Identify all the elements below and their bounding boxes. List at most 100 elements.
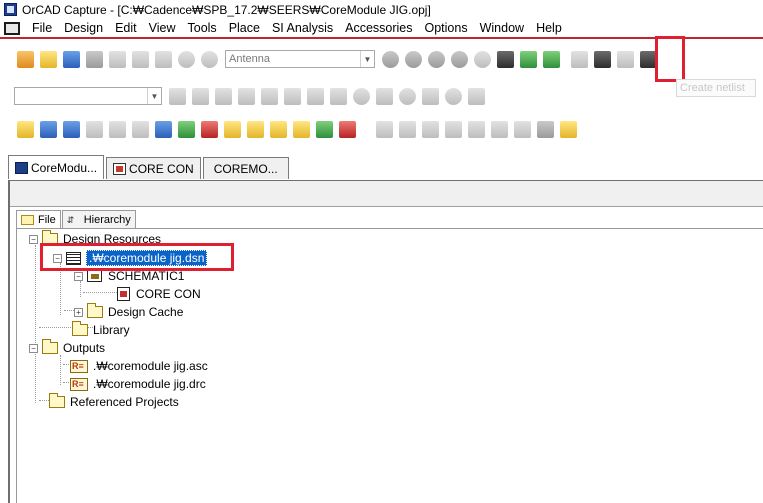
tree-label: .₩coremodule jig.drc [93,377,206,391]
power-probe-icon[interactable] [468,87,485,105]
schematic-folder-icon [87,270,102,282]
constraint-manager-icon[interactable] [155,120,172,138]
copy-icon[interactable] [132,50,149,68]
align-right-icon[interactable] [422,120,439,138]
properties-icon[interactable] [17,120,34,138]
edit-part-icon[interactable] [192,87,209,105]
cut-icon[interactable] [109,50,126,68]
filter-icon[interactable] [63,120,80,138]
tree-output-drc[interactable]: R≡ .₩coremodule jig.drc [70,376,206,392]
collapse-toggle[interactable]: − [29,343,38,353]
undo-icon[interactable] [178,50,195,68]
tree-library[interactable]: Library [72,321,130,338]
cross-reference-icon[interactable] [594,50,611,68]
zoom-out-icon[interactable] [428,50,445,68]
tab-core-con[interactable]: CORE CON [106,157,201,179]
bill-of-materials-icon[interactable] [617,50,634,68]
paste-icon[interactable] [155,50,172,68]
shopping-cart-icon[interactable] [201,120,218,138]
tree-design-cache[interactable]: + Design Cache [74,303,184,320]
voltage-marker-icon[interactable] [353,87,370,105]
align-center-icon[interactable] [399,120,416,138]
secondary-toolbar: ▼ [0,80,488,112]
tree-output-asc[interactable]: R≡ .₩coremodule jig.asc [70,358,208,374]
menu-help[interactable]: Help [530,18,568,38]
chevron-down-icon[interactable]: ▼ [360,51,374,67]
pencil-edit-icon[interactable] [293,120,310,138]
tab-coremodule-2[interactable]: COREMO... [202,157,289,179]
chevron-down-icon[interactable]: ▼ [147,88,161,104]
tree-page-core-con[interactable]: CORE CON [117,286,201,302]
tree-referenced-projects[interactable]: Referenced Projects [49,393,179,410]
zoom-area-icon[interactable] [451,50,468,68]
expand-toggle[interactable]: + [74,307,83,317]
menu-view[interactable]: View [143,18,182,38]
checklist-icon[interactable] [247,120,264,138]
distribute-horizontal-icon[interactable] [514,120,531,138]
export-icon[interactable] [178,120,195,138]
design-rules-check-icon[interactable] [497,50,514,68]
power-marker-icon[interactable] [445,87,462,105]
print-icon[interactable] [86,50,103,68]
open-folder-icon[interactable] [40,50,57,68]
library-icon[interactable] [238,87,255,105]
zoom-in-icon[interactable] [405,50,422,68]
tree-outputs[interactable]: − Outputs [29,339,105,356]
zoom-search-icon[interactable] [382,50,399,68]
part-search-combo[interactable]: Antenna ▼ [225,50,375,68]
arrow-right-icon[interactable] [316,120,333,138]
align-bottom-icon[interactable] [491,120,508,138]
menu-accessories[interactable]: Accessories [339,18,418,38]
tab-coremodule-project[interactable]: CoreModu... [8,155,105,179]
draw-bus-icon[interactable] [284,87,301,105]
net-alias-icon[interactable] [132,120,149,138]
tag-icon[interactable] [560,120,577,138]
title-bar: OrCAD Capture - [C:₩Cadence₩SPB_17.2₩SEE… [0,0,763,19]
net-group-icon[interactable] [86,120,103,138]
edit-checklist-icon[interactable] [270,120,287,138]
menu-design[interactable]: Design [58,18,109,38]
align-left-icon[interactable] [376,120,393,138]
variant-icon[interactable] [224,120,241,138]
draw-net-icon[interactable] [261,87,278,105]
save-icon[interactable] [63,50,80,68]
collapse-toggle[interactable]: − [29,234,38,244]
bus-entry-icon[interactable] [109,120,126,138]
draw-wire-icon[interactable] [307,87,324,105]
redo-icon[interactable] [201,50,218,68]
place-part-icon[interactable] [169,87,186,105]
tab-file[interactable]: File [16,210,61,229]
hierarchy-icon[interactable] [40,120,57,138]
distribute-vertical-icon[interactable] [537,120,554,138]
property-combo[interactable]: ▼ [14,87,162,105]
delete-table-icon[interactable] [339,120,356,138]
back-annotate-icon[interactable] [543,50,560,68]
menu-edit[interactable]: Edit [109,18,143,38]
generate-part-icon[interactable] [215,87,232,105]
view-eye-icon[interactable] [474,50,491,68]
align-top-icon[interactable] [445,120,462,138]
menu-file[interactable]: File [26,18,58,38]
document-menu-icon[interactable] [4,21,20,35]
menu-options[interactable]: Options [419,18,474,38]
menu-window[interactable]: Window [474,18,530,38]
tree-label: .₩coremodule jig.asc [93,359,208,373]
tree-label: Design Cache [108,305,184,319]
draw-line-icon[interactable] [330,87,347,105]
voltage-diff-icon[interactable] [376,87,393,105]
create-netlist-highlight [655,36,685,82]
current-marker-icon[interactable] [399,87,416,105]
collapse-toggle[interactable]: − [74,271,83,281]
menu-place[interactable]: Place [223,18,266,38]
align-middle-icon[interactable] [468,120,485,138]
menu-tools[interactable]: Tools [182,18,223,38]
current-probe-icon[interactable] [422,87,439,105]
menu-si-analysis[interactable]: SI Analysis [266,18,339,38]
project-icon [15,161,28,174]
new-file-icon[interactable] [17,50,34,68]
create-netlist-icon[interactable] [571,50,588,68]
tab-hierarchy[interactable]: ⇵ Hierarchy [61,210,136,229]
annotate-icon[interactable] [520,50,537,68]
folder-icon [72,321,88,336]
window-title: OrCAD Capture - [C:₩Cadence₩SPB_17.2₩SEE… [22,2,431,17]
